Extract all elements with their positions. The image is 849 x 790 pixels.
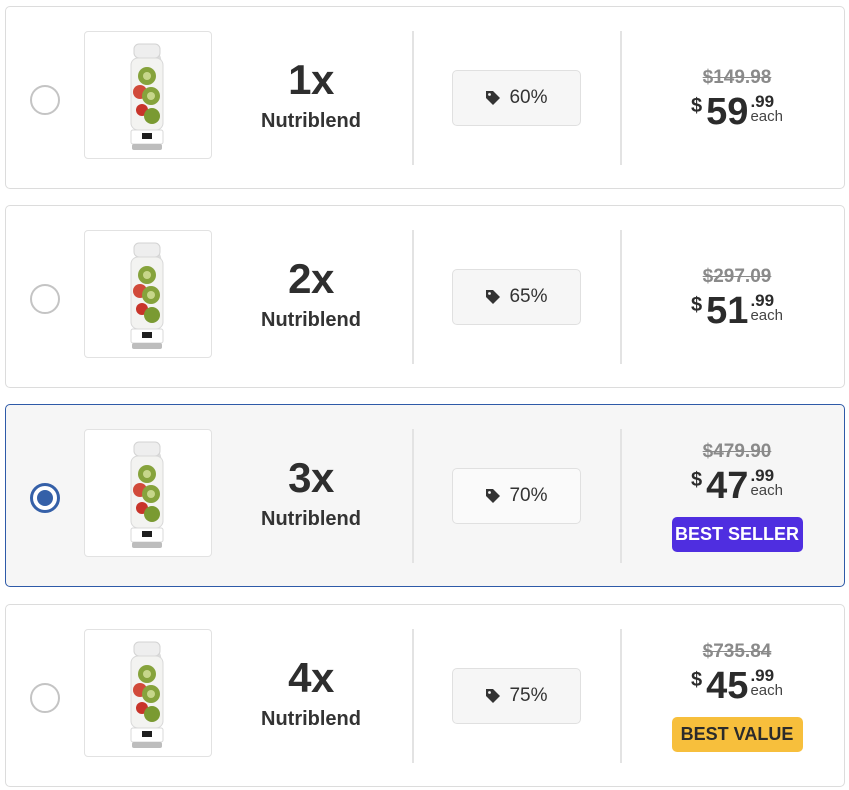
- quantity-label: 1x: [288, 56, 334, 103]
- price-whole: 51: [706, 290, 749, 332]
- product-image: [84, 629, 212, 757]
- price-whole: 45: [706, 665, 749, 707]
- price-tag-icon: [486, 689, 501, 703]
- price-unit: each: [750, 108, 783, 125]
- product-name: Nutriblend: [261, 708, 361, 730]
- product-image: [84, 429, 212, 557]
- product-name: Nutriblend: [261, 309, 361, 331]
- discount-chip: 70%: [452, 468, 581, 524]
- quantity-label: 3x: [288, 454, 334, 501]
- discount-percent: 60%: [509, 87, 548, 108]
- blender-bottle-image: [130, 242, 164, 349]
- price-tag-icon: [486, 91, 501, 105]
- offer-card[interactable]: 2x Nutriblend 65% $297.09 $ 51 .99 each: [5, 205, 845, 388]
- old-price: $149.98: [702, 67, 772, 88]
- divider: [620, 629, 622, 763]
- divider: [620, 31, 622, 165]
- price-block: $735.84 $ 45 .99 each BEST VALUE: [631, 641, 843, 752]
- radio-dot: [37, 490, 53, 506]
- offer-radio[interactable]: [30, 284, 60, 314]
- price-tag-icon: [486, 290, 501, 304]
- best-value-badge: BEST VALUE: [671, 717, 803, 752]
- price-whole: 47: [706, 465, 749, 507]
- discount-percent: 65%: [509, 286, 548, 307]
- offer-card[interactable]: 3x Nutriblend 70% $479.90 $ 47 .99 each …: [5, 404, 845, 587]
- offer-radio[interactable]: [30, 85, 60, 115]
- price-unit: each: [750, 482, 783, 499]
- price-block: $149.98 $ 59 .99 each: [631, 67, 843, 133]
- offer-card[interactable]: 1x Nutriblend 60% $149.98 $ 59 .99 each: [5, 6, 845, 189]
- quantity-label: 2x: [288, 255, 334, 302]
- discount-chip: 60%: [452, 70, 581, 126]
- divider: [620, 230, 622, 364]
- currency-symbol: $: [691, 469, 703, 491]
- price-whole: 59: [706, 91, 749, 133]
- discount-chip: 65%: [452, 269, 581, 325]
- blender-bottle-image: [130, 641, 164, 748]
- product-name: Nutriblend: [261, 508, 361, 530]
- discount-chip: 75%: [452, 668, 581, 724]
- divider: [412, 31, 414, 165]
- currency-symbol: $: [691, 294, 703, 316]
- divider: [412, 429, 414, 563]
- price-unit: each: [750, 307, 783, 324]
- product-image: [84, 31, 212, 159]
- best-seller-badge: BEST SELLER: [671, 517, 803, 552]
- price-tag-icon: [486, 489, 501, 503]
- offer-card[interactable]: 4x Nutriblend 75% $735.84 $ 45 .99 each …: [5, 604, 845, 787]
- product-image: [84, 230, 212, 358]
- old-price: $479.90: [702, 441, 772, 462]
- divider: [412, 629, 414, 763]
- product-name: Nutriblend: [261, 110, 361, 132]
- offer-radio[interactable]: [30, 683, 60, 713]
- discount-percent: 75%: [509, 685, 548, 706]
- price-unit: each: [750, 682, 783, 699]
- divider: [412, 230, 414, 364]
- old-price: $735.84: [702, 641, 772, 662]
- price-block: $479.90 $ 47 .99 each BEST SELLER: [631, 441, 843, 552]
- divider: [620, 429, 622, 563]
- price-block: $297.09 $ 51 .99 each: [631, 266, 843, 332]
- currency-symbol: $: [691, 669, 703, 691]
- blender-bottle-image: [130, 441, 164, 548]
- quantity-label: 4x: [288, 654, 334, 701]
- discount-percent: 70%: [509, 485, 548, 506]
- offer-radio[interactable]: [30, 483, 60, 513]
- old-price: $297.09: [702, 266, 772, 287]
- currency-symbol: $: [691, 95, 703, 117]
- blender-bottle-image: [130, 43, 164, 150]
